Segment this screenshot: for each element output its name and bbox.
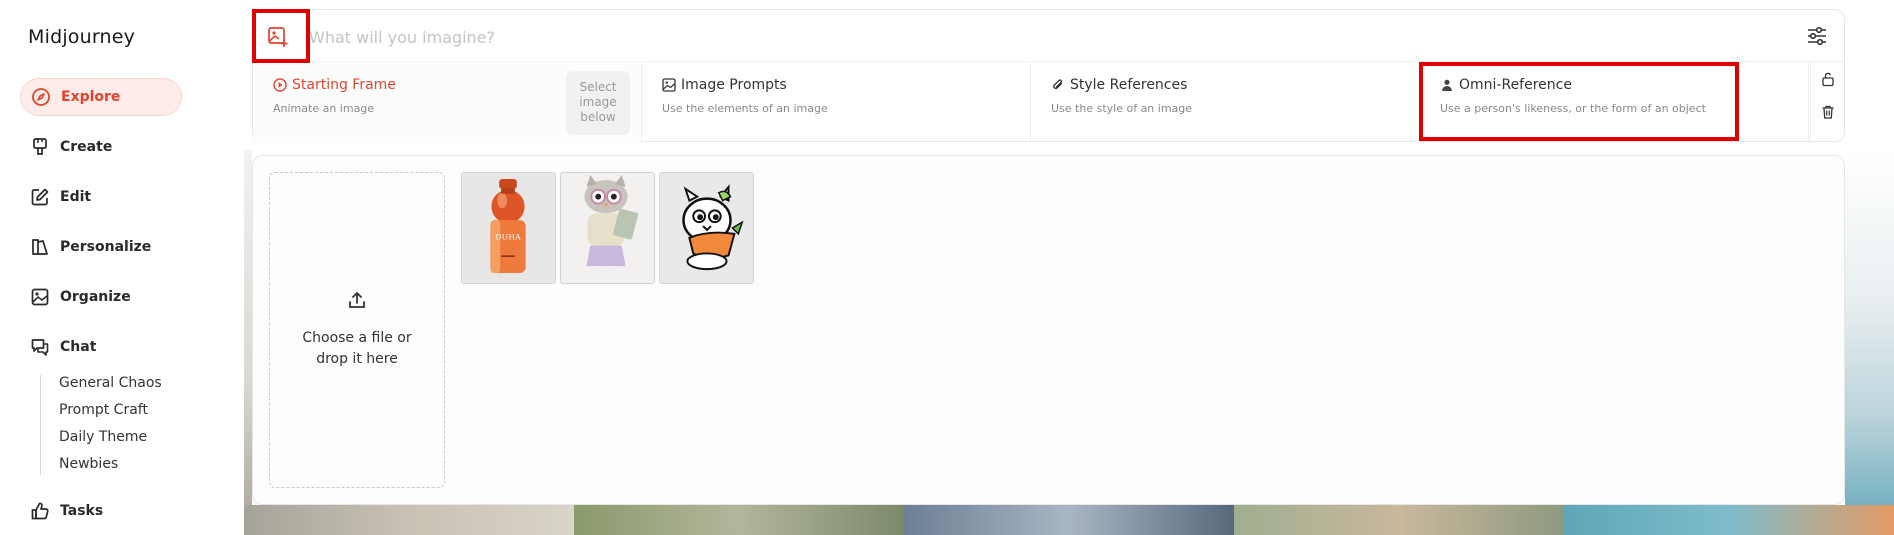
personalize-icon — [30, 237, 50, 257]
sidebar-item-label: Chat — [60, 339, 97, 355]
play-circle-icon — [273, 78, 287, 92]
sidebar-item-label: Organize — [60, 289, 131, 305]
thumbs-up-icon — [30, 501, 50, 521]
style-references-option[interactable]: Style References Use the style of an ima… — [1031, 63, 1420, 143]
chat-room-general-chaos[interactable]: General Chaos — [59, 375, 162, 391]
style-references-title: Style References — [1070, 77, 1188, 93]
sliders-icon — [1806, 26, 1828, 51]
thumbnail-perfume-bottle[interactable]: DUHA — [461, 172, 556, 284]
perfume-label: DUHA — [495, 233, 521, 242]
sidebar-item-tasks[interactable]: Tasks — [20, 492, 182, 530]
image-prompts-option[interactable]: Image Prompts Use the elements of an ima… — [642, 63, 1031, 143]
file-dropzone[interactable]: Choose a file or drop it here — [269, 172, 445, 488]
explore-gallery-strip — [244, 505, 1894, 535]
app-logo[interactable]: Midjourney — [28, 26, 135, 48]
unlock-icon — [1820, 72, 1836, 91]
sidebar-item-label: Personalize — [60, 239, 152, 255]
starting-frame-title: Starting Frame — [292, 77, 396, 93]
sidebar-item-create[interactable]: Create — [20, 128, 182, 166]
gallery-image[interactable] — [904, 505, 1234, 535]
gallery-image[interactable] — [244, 505, 574, 535]
image-icon — [30, 287, 50, 307]
omni-reference-title: Omni-Reference — [1459, 77, 1572, 93]
gallery-image[interactable] — [574, 505, 904, 535]
omni-reference-desc: Use a person's likeness, or the form of … — [1440, 102, 1706, 115]
prompt-input[interactable] — [309, 23, 1709, 51]
gallery-image[interactable] — [1564, 505, 1894, 535]
thumbnail-cartoon-creature-carrot[interactable] — [659, 172, 754, 284]
sidebar-item-label: Tasks — [60, 503, 104, 519]
sidebar-item-label: Edit — [60, 189, 92, 205]
upload-icon — [347, 290, 367, 314]
trash-icon — [1820, 105, 1836, 124]
sidebar-item-personalize[interactable]: Personalize — [20, 228, 182, 266]
paperclip-icon — [1051, 78, 1065, 92]
sidebar: Midjourney Explore Create Edit Personali… — [0, 0, 244, 535]
thumbnail-owl-character[interactable] — [560, 172, 655, 284]
chat-tree-line — [40, 375, 41, 475]
select-image-below-hint: Select image below — [566, 71, 630, 135]
sidebar-item-label: Explore — [61, 89, 121, 105]
gallery-image[interactable] — [1234, 505, 1564, 535]
chat-icon — [30, 337, 50, 357]
delete-button[interactable] — [1820, 104, 1836, 120]
sidebar-item-chat[interactable]: Chat — [20, 328, 182, 366]
background-image-edge-right — [1845, 150, 1894, 535]
image-prompts-title: Image Prompts — [681, 77, 787, 93]
reference-options: Starting Frame Animate an image Select i… — [253, 63, 1844, 143]
sidebar-item-organize[interactable]: Organize — [20, 278, 182, 316]
unlock-button[interactable] — [1820, 71, 1836, 87]
sidebar-item-label: Create — [60, 139, 113, 155]
image-icon — [662, 78, 676, 92]
chat-room-prompt-craft[interactable]: Prompt Craft — [59, 402, 148, 418]
edit-icon — [30, 187, 50, 207]
sidebar-item-edit[interactable]: Edit — [20, 178, 182, 216]
starting-frame-option[interactable]: Starting Frame Animate an image Select i… — [253, 63, 642, 143]
prompt-row — [253, 10, 1844, 62]
chat-room-newbies[interactable]: Newbies — [59, 456, 118, 472]
reference-tools — [1810, 63, 1844, 143]
sidebar-item-explore[interactable]: Explore — [20, 78, 182, 116]
image-plus-icon — [267, 26, 289, 52]
settings-button[interactable] — [1806, 25, 1828, 47]
add-image-button[interactable] — [265, 26, 291, 52]
image-prompts-desc: Use the elements of an image — [662, 102, 828, 115]
dropzone-text: Choose a file or drop it here — [302, 330, 412, 367]
chat-room-daily-theme[interactable]: Daily Theme — [59, 429, 147, 445]
compass-icon — [31, 87, 51, 107]
omni-reference-option[interactable]: Omni-Reference Use a person's likeness, … — [1420, 63, 1809, 143]
paintbrush-icon — [30, 137, 50, 157]
image-upload-panel: Choose a file or drop it here DUHA — [252, 155, 1845, 505]
background-image-edge-left — [244, 150, 252, 535]
style-references-desc: Use the style of an image — [1051, 102, 1193, 115]
prompt-card: Starting Frame Animate an image Select i… — [252, 9, 1845, 143]
person-icon — [1440, 78, 1454, 92]
